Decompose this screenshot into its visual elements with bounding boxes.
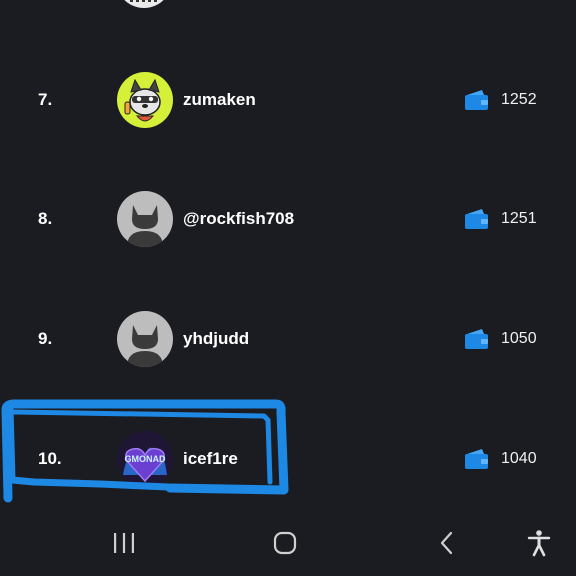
leaderboard-row[interactable]: 9. yhdjudd 1050: [0, 309, 576, 369]
raccoon-mascot-avatar-icon[interactable]: [117, 72, 173, 128]
leaderboard-row[interactable]: 10. GMONAD icef1re 1040: [0, 429, 576, 489]
username-label[interactable]: yhdjudd: [183, 309, 249, 369]
score-label: 1050: [501, 330, 537, 347]
leaderboard-row[interactable]: 7. zumaken 1252: [0, 70, 576, 130]
wallet-icon: [464, 448, 490, 470]
rank-label: 9.: [38, 329, 53, 348]
rank-label: 7.: [38, 90, 53, 109]
system-navigation-bar: [0, 510, 576, 576]
username-label[interactable]: zumaken: [183, 70, 256, 130]
username-label[interactable]: @rockfish708: [183, 189, 294, 249]
default-cat-avatar-icon[interactable]: [117, 311, 173, 367]
username-label[interactable]: icef1re: [183, 429, 238, 489]
wallet-icon: [464, 89, 490, 111]
score-label: 1251: [501, 210, 537, 227]
svg-text:GMONAD: GMONAD: [125, 454, 166, 464]
home-icon[interactable]: [268, 526, 302, 560]
wallet-icon: [464, 328, 490, 350]
accessibility-icon[interactable]: [522, 526, 556, 560]
wallet-icon: [464, 208, 490, 230]
leaderboard-screen: 7. zumaken 1252 8. @rockfish708 1251 9. …: [0, 0, 576, 576]
rank-label: 8.: [38, 209, 53, 228]
rank-label: 10.: [38, 449, 62, 468]
avatar-partial-previous-row: [116, 0, 172, 8]
default-cat-avatar-icon[interactable]: [117, 191, 173, 247]
recents-icon[interactable]: [107, 526, 141, 560]
leaderboard-row[interactable]: 8. @rockfish708 1251: [0, 189, 576, 249]
score-label: 1252: [501, 91, 537, 108]
gmonad-heart-avatar-icon[interactable]: GMONAD: [117, 431, 173, 487]
back-icon[interactable]: [430, 526, 464, 560]
score-label: 1040: [501, 450, 537, 467]
